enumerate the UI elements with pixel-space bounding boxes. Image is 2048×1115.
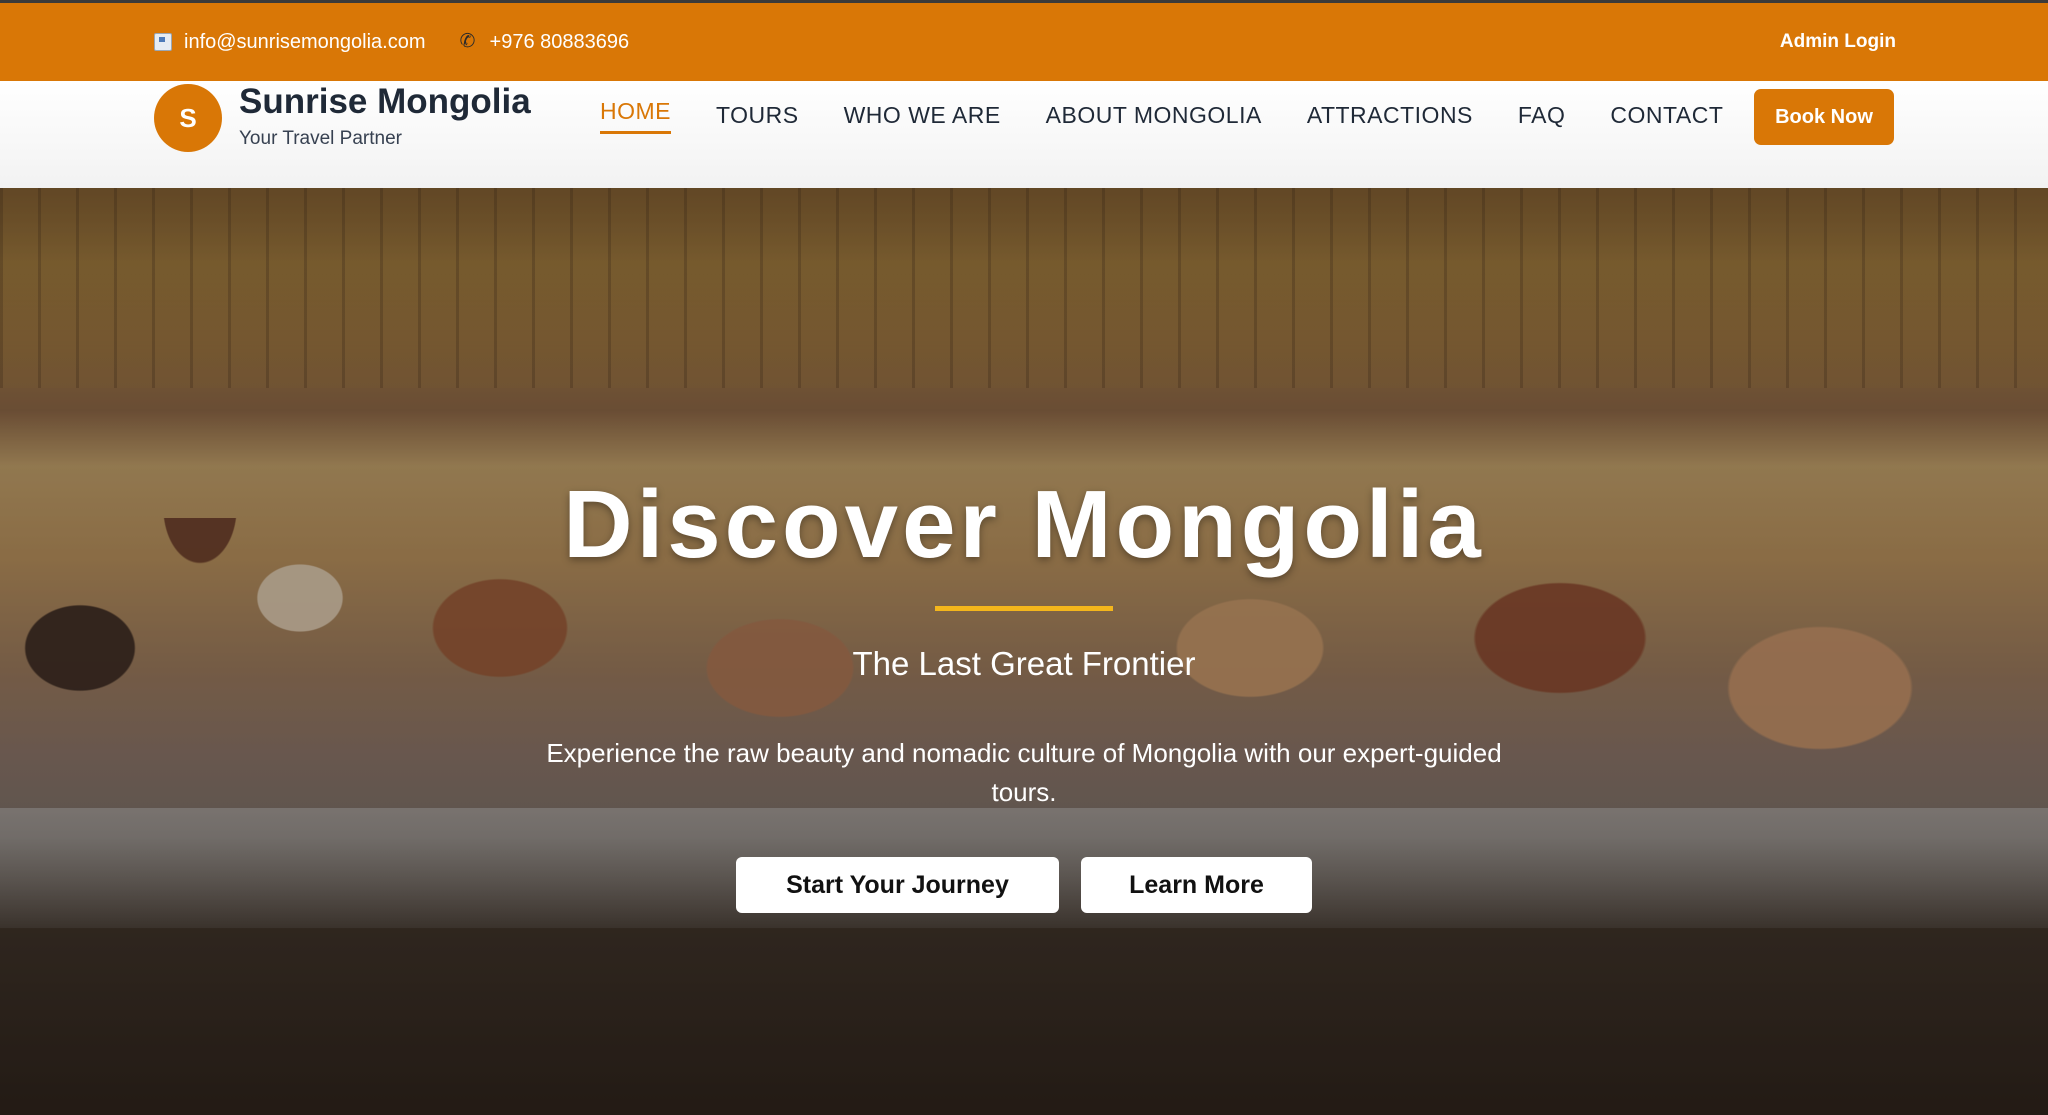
hero-title: Discover Mongolia [563, 471, 1485, 578]
nav-home[interactable]: HOME [600, 98, 671, 134]
brand-tagline: Your Travel Partner [239, 128, 402, 149]
hero-description: Experience the raw beauty and nomadic cu… [546, 738, 1502, 807]
nav-tours[interactable]: TOURS [716, 102, 799, 134]
admin-login-link[interactable]: Admin Login [1780, 31, 1896, 53]
hero-section: Discover Mongolia The Last Great Frontie… [0, 188, 2048, 1115]
nav-about-mongolia[interactable]: ABOUT MONGOLIA [1046, 102, 1262, 134]
phone-contact[interactable]: ✆ +976 80883696 [460, 31, 630, 54]
mail-icon [154, 33, 172, 51]
learn-more-button[interactable]: Learn More [1081, 857, 1312, 913]
nav-attractions[interactable]: ATTRACTIONS [1307, 102, 1473, 134]
title-underline [935, 606, 1113, 611]
start-journey-button[interactable]: Start Your Journey [736, 857, 1059, 913]
phone-icon: ✆ [459, 31, 476, 52]
nav-faq[interactable]: FAQ [1518, 102, 1566, 134]
book-now-button[interactable]: Book Now [1754, 89, 1894, 145]
brand-name[interactable]: Sunrise Mongolia [239, 82, 531, 122]
main-nav: HOME TOURS WHO WE ARE ABOUT MONGOLIA ATT… [600, 98, 1768, 134]
hero-subtitle: The Last Great Frontier [852, 645, 1196, 682]
phone-text: +976 80883696 [489, 30, 630, 53]
top-bar: info@sunrisemongolia.com ✆ +976 80883696… [0, 0, 2048, 81]
logo-icon[interactable]: S [154, 84, 222, 152]
email-text: info@sunrisemongolia.com [184, 30, 426, 53]
contact-info: info@sunrisemongolia.com ✆ +976 80883696 [154, 31, 663, 54]
site-header: S Sunrise Mongolia Your Travel Partner H… [0, 81, 2048, 188]
nav-who-we-are[interactable]: WHO WE ARE [844, 102, 1001, 134]
nav-contact[interactable]: CONTACT [1610, 102, 1723, 134]
email-contact[interactable]: info@sunrisemongolia.com [154, 31, 426, 54]
